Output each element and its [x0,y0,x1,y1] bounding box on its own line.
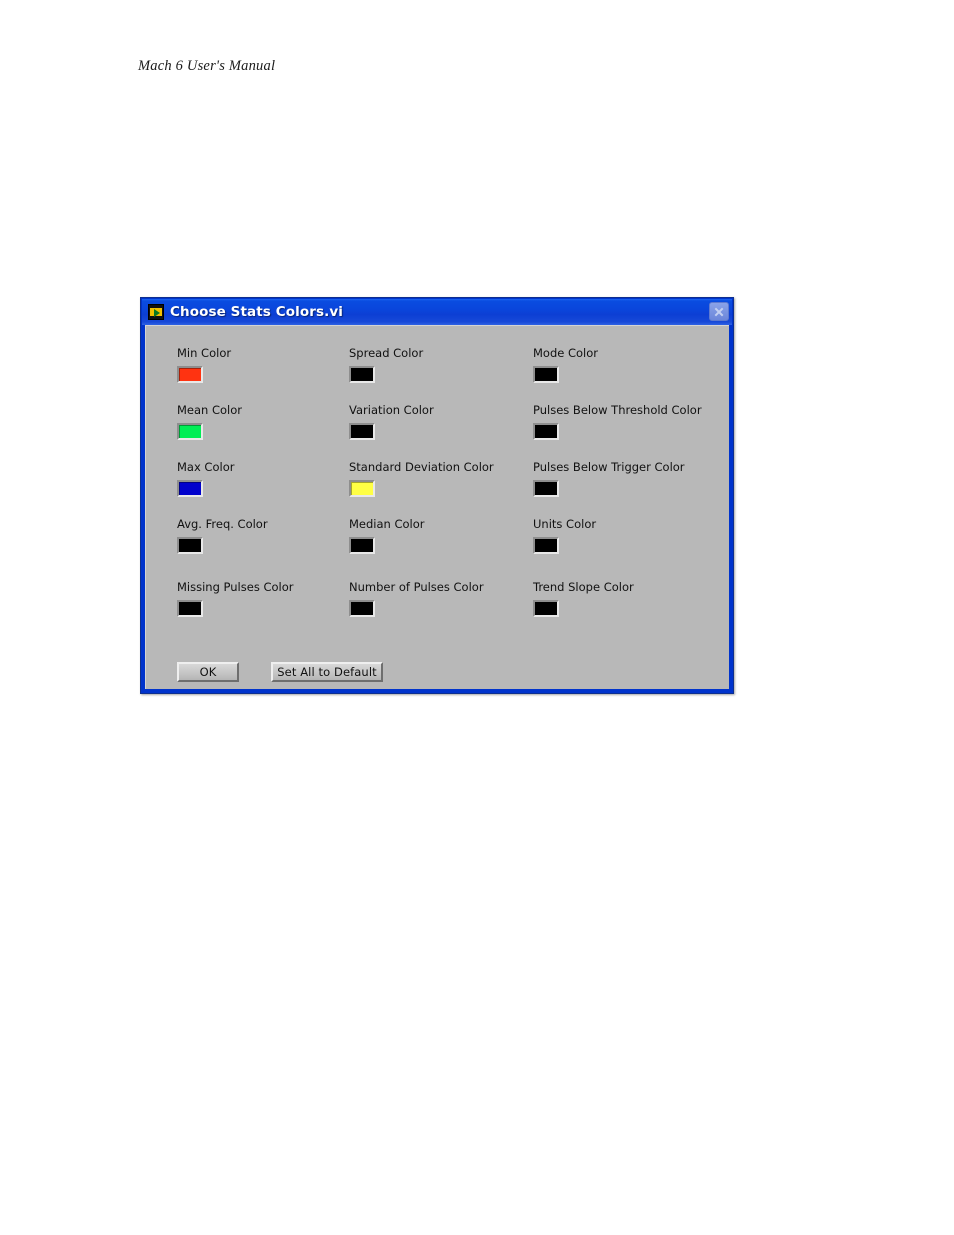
color-swatch[interactable] [349,480,375,497]
color-swatch[interactable] [349,600,375,617]
color-label: Standard Deviation Color [349,460,494,474]
color-label: Mean Color [177,403,243,417]
color-setting-pulses-below-trigger: Pulses Below Trigger Color [533,460,685,497]
color-label: Pulses Below Trigger Color [533,460,685,474]
color-swatch[interactable] [533,600,559,617]
color-setting-number-of-pulses: Number of Pulses Color [349,580,484,617]
color-chip [179,368,201,381]
set-all-to-default-button[interactable]: Set All to Default [271,662,383,682]
color-chip [351,425,373,438]
labview-vi-icon [148,304,164,320]
color-label: Pulses Below Threshold Color [533,403,702,417]
color-setting-trend-slope: Trend Slope Color [533,580,634,617]
color-chip [179,482,201,495]
color-chip [535,425,557,438]
color-setting-standard-deviation: Standard Deviation Color [349,460,494,497]
color-setting-missing-pulses: Missing Pulses Color [177,580,294,617]
color-setting-spread: Spread Color [349,346,423,383]
color-chip [351,482,373,495]
color-swatch[interactable] [177,480,203,497]
color-chip [535,602,557,615]
color-setting-mean: Mean Color [177,403,242,440]
color-setting-median: Median Color [349,517,425,554]
dialog-body: Min Color Spread Color Mode Color Mean C… [145,325,729,689]
color-setting-mode: Mode Color [533,346,598,383]
close-button[interactable] [709,302,729,321]
color-swatch[interactable] [349,537,375,554]
color-swatch[interactable] [533,366,559,383]
color-label: Units Color [533,517,597,531]
color-setting-variation: Variation Color [349,403,434,440]
color-setting-min: Min Color [177,346,231,383]
color-swatch[interactable] [177,600,203,617]
dialog-titlebar[interactable]: Choose Stats Colors.vi [142,299,732,325]
color-label: Median Color [349,517,425,531]
color-chip [535,482,557,495]
color-chip [535,539,557,552]
dialog-title: Choose Stats Colors.vi [170,304,343,320]
color-setting-avg-freq: Avg. Freq. Color [177,517,268,554]
color-label: Avg. Freq. Color [177,517,268,531]
color-label: Trend Slope Color [533,580,634,594]
ok-button[interactable]: OK [177,662,239,682]
color-label: Missing Pulses Color [177,580,294,594]
color-swatch[interactable] [349,423,375,440]
color-setting-units: Units Color [533,517,596,554]
color-swatch[interactable] [177,366,203,383]
color-chip [535,368,557,381]
color-swatch[interactable] [177,423,203,440]
color-label: Mode Color [533,346,599,360]
color-chip [179,539,201,552]
color-chip [351,602,373,615]
color-swatch[interactable] [533,480,559,497]
choose-stats-colors-dialog: Choose Stats Colors.vi Min Color Spread … [140,297,734,694]
page-header: Mach 6 User's Manual [138,58,276,74]
color-swatch[interactable] [349,366,375,383]
color-label: Min Color [177,346,232,360]
color-chip [351,539,373,552]
color-label: Spread Color [349,346,424,360]
color-chip [179,602,201,615]
color-label: Max Color [177,460,235,474]
close-icon [713,306,725,318]
color-swatch[interactable] [533,423,559,440]
color-setting-max: Max Color [177,460,234,497]
color-chip [351,368,373,381]
color-chip [179,425,201,438]
color-label: Variation Color [349,403,434,417]
color-swatch[interactable] [177,537,203,554]
color-setting-pulses-below-threshold: Pulses Below Threshold Color [533,403,702,440]
color-swatch[interactable] [533,537,559,554]
color-label: Number of Pulses Color [349,580,484,594]
